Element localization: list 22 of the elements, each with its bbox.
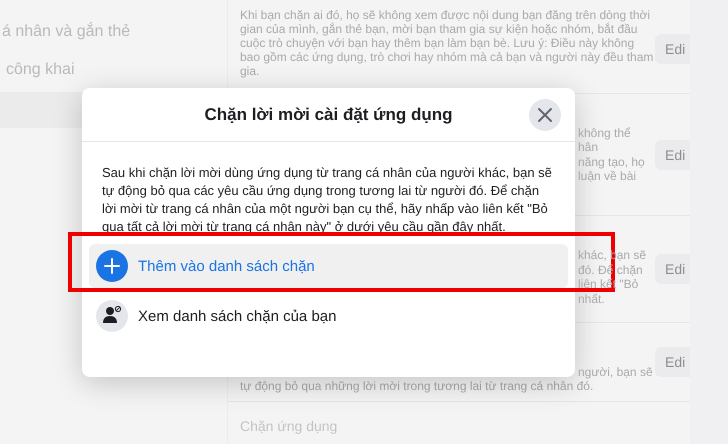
person-icon <box>96 300 128 332</box>
section-text: năng tạo, họ <box>578 154 645 169</box>
section-text: hân <box>578 140 598 154</box>
section-text: luận về bài <box>578 169 636 184</box>
edit-button[interactable]: Edi <box>655 254 690 284</box>
close-button[interactable] <box>529 99 561 131</box>
section-text: không thể <box>578 126 631 140</box>
section-text: tự động bỏ qua những lời mời trong tương lai từ trang cá nhân đó. <box>240 379 594 394</box>
sidebar-item[interactable]: á nhân và gắn thẻ <box>0 18 227 56</box>
edit-button[interactable]: Edi <box>655 34 690 64</box>
menu-item[interactable]: Xem danh sách chặn của bạn <box>89 294 568 338</box>
edit-button[interactable]: Edi <box>655 140 690 170</box>
menu-item-label: Xem danh sách chặn của bạn <box>138 308 336 324</box>
edit-button[interactable]: Edi <box>655 347 690 377</box>
menu-item[interactable]: Thêm vào danh sách chặn <box>89 244 568 288</box>
section-text: Khi bạn chặn ai đó, họ sẽ không xem được nội dung bạn đăng trên dòng thời gian của mình, gắn thẻ bạn, mời bạn tham gia sự kiện hoặc nhóm, bắt đầu cuộc trò chuyện với bạn hay thêm bạn làm bạn bè. Lưu ý: Điều này không bao gồm các ứng dụng, trò chơi hay nhóm mà cả bạn và người này đều tham gia. <box>240 8 654 78</box>
plus-icon <box>96 250 128 282</box>
section-text: người, bạn sẽ <box>578 364 653 380</box>
close-icon <box>537 107 553 123</box>
section-text: nhất. <box>578 292 605 306</box>
menu-item-label: Thêm vào danh sách chặn <box>138 258 315 274</box>
dialog-title: Chặn lời mời cài đặt ứng dụng <box>204 104 453 124</box>
